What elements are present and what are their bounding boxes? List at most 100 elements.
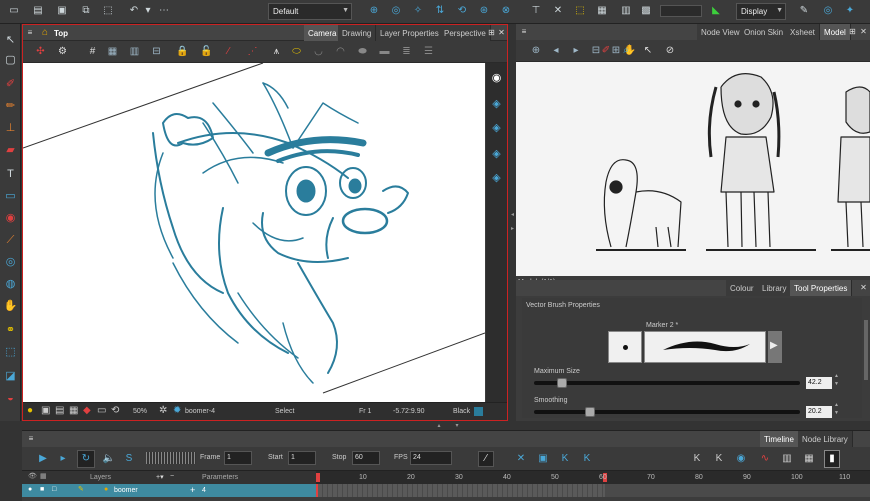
frame-icon[interactable]: ▤ (55, 406, 64, 416)
tab-model[interactable]: Model (820, 24, 851, 40)
prev-model-icon[interactable]: ◂ (548, 43, 564, 59)
layer-visibility-icon[interactable]: ● (28, 486, 32, 493)
contour-icon[interactable]: ▢ (2, 52, 19, 69)
play-icon[interactable]: ▶ (36, 452, 50, 466)
color-swatch-field[interactable] (660, 5, 702, 17)
expand-layer-icon[interactable]: + (190, 485, 195, 495)
playback-speed-slider[interactable] (146, 452, 196, 464)
drawing-canvas[interactable] (23, 63, 485, 402)
tool-properties-scrollbar[interactable] (864, 320, 868, 380)
loop-icon[interactable]: ↻ (77, 450, 95, 468)
ease-out-icon[interactable]: ◠ (333, 44, 348, 59)
max-size-slider[interactable] (534, 381, 800, 385)
preset-next-button[interactable]: ▶ (768, 331, 782, 363)
expand-icon[interactable]: ⊞ (848, 27, 857, 37)
brush-stroke-preview[interactable] (644, 331, 766, 363)
next-model-icon[interactable]: ▸ (568, 43, 584, 59)
tab-timeline[interactable]: Timeline (760, 431, 799, 447)
stack-layers-c-icon[interactable]: ◈ (489, 147, 504, 162)
stop-input[interactable]: 60 (352, 451, 380, 465)
max-size-slider-handle[interactable] (557, 378, 568, 388)
skew-icon[interactable]: ⊗ (498, 3, 514, 19)
motion-curve-icon[interactable]: ∿ (758, 452, 772, 466)
save-icon[interactable]: ▣ (54, 3, 70, 19)
cutter-icon[interactable]: ◪ (2, 368, 19, 385)
light-table-icon[interactable]: ▦ (105, 44, 120, 59)
home-icon[interactable]: ⌂ (39, 27, 51, 39)
tab-onion-skin[interactable]: Onion Skin (740, 24, 789, 40)
smoothing-slider-handle[interactable] (585, 407, 596, 417)
camera-frame-icon[interactable]: ▮ (824, 450, 840, 468)
tab-node-library[interactable]: Node Library (798, 431, 853, 447)
peg-icon[interactable]: ✧ (410, 3, 426, 19)
layout-icon[interactable]: ▦ (594, 3, 610, 19)
shape-icon[interactable]: ⬬ (355, 44, 370, 59)
current-color-swatch[interactable] (474, 407, 483, 416)
close-icon[interactable]: ✕ (497, 28, 506, 38)
tab-perspective[interactable]: Perspective (440, 25, 491, 41)
start-input[interactable]: 1 (288, 451, 316, 465)
stepper-down-icon[interactable]: ▼ (834, 411, 839, 416)
exposed-frames[interactable] (318, 484, 605, 497)
stepper-up-icon[interactable]: ▲ (834, 374, 839, 379)
delete-keyframe-icon[interactable]: ✕ (514, 452, 528, 466)
wand-icon[interactable]: ✦ (842, 3, 858, 19)
layer-stack-icon[interactable]: ☰ (421, 44, 436, 59)
tab-colour[interactable]: Colour (726, 280, 759, 296)
add-layer-icon[interactable]: +▾ (156, 473, 164, 481)
pivot-icon[interactable]: ◎ (388, 3, 404, 19)
pencil-icon[interactable]: ✎ (796, 3, 812, 19)
record-icon[interactable]: ◆ (83, 406, 91, 416)
undo-dropdown-icon[interactable]: ▾ (140, 3, 156, 19)
key-add-icon[interactable]: K (690, 452, 704, 466)
tab-xsheet[interactable]: Xsheet (786, 24, 820, 40)
layer-value[interactable]: 4 (202, 487, 206, 494)
lock-icon[interactable]: 🔒 (175, 44, 190, 59)
lock-toggle-icon[interactable]: ▦ (40, 473, 47, 480)
load-model-icon[interactable]: ⊕ (528, 43, 544, 59)
close-icon[interactable]: ✕ (859, 283, 868, 293)
overlay-icon[interactable]: ▩ (638, 3, 654, 19)
collapse-right-icon[interactable]: ▸ (509, 222, 516, 236)
add-keyframe-icon[interactable]: K (558, 452, 572, 466)
eye-icon[interactable]: ◉ (489, 71, 504, 86)
target-icon[interactable]: ◎ (820, 3, 836, 19)
close-icon[interactable]: ✕ (859, 27, 868, 37)
stepper-down-icon[interactable]: ▼ (834, 382, 839, 387)
smoothing-slider[interactable] (534, 410, 800, 414)
model-canvas[interactable] (516, 62, 870, 276)
zoom-icon[interactable]: ⌕ (618, 43, 634, 59)
onion-icon[interactable]: ▥ (618, 3, 634, 19)
menu-icon[interactable]: ≡ (25, 28, 35, 38)
stroke-red-icon[interactable]: ⁄ (221, 44, 236, 59)
lightbulb-icon[interactable]: ● (27, 406, 33, 416)
kinematic-icon[interactable]: ✕ (550, 3, 566, 19)
text-icon[interactable]: T (2, 166, 19, 183)
layer-color-icon[interactable]: □ (52, 486, 56, 493)
redo-icon[interactable]: ⋯ (156, 3, 172, 19)
import-icon[interactable]: ⬚ (100, 3, 116, 19)
lamp-icon[interactable]: ⩚ (269, 44, 284, 59)
grid-icon[interactable]: # (85, 44, 100, 59)
display-select[interactable]: Display ▼ (736, 3, 786, 20)
onion-skin-icon[interactable]: ◉ (734, 452, 748, 466)
bounding-box-icon[interactable]: ⬚ (572, 3, 588, 19)
scrub-sound-icon[interactable]: S (122, 452, 136, 466)
bone-tool-icon[interactable]: ⚭ (2, 322, 19, 339)
frame-ruler[interactable]: 10 20 30 40 50 60 70 80 90 100 110 (316, 471, 870, 484)
sound-icon[interactable]: 🔈 (102, 452, 116, 466)
rotate-icon[interactable]: ⟲ (454, 3, 470, 19)
animate-icon[interactable]: ✣ (33, 44, 48, 59)
gear-icon[interactable]: ✲ (159, 406, 167, 416)
collapse-left-icon[interactable]: ◂ (509, 208, 516, 222)
flip-icon[interactable]: ⇅ (432, 3, 448, 19)
new-scene-icon[interactable]: ▭ (6, 3, 22, 19)
line-style-icon[interactable]: ⁄ (478, 451, 494, 467)
unlock-icon[interactable]: 🔓 (199, 44, 214, 59)
rectangle-icon[interactable]: ▭ (2, 188, 19, 205)
tab-camera[interactable]: Camera (304, 25, 342, 41)
key-remove-icon[interactable]: K (712, 452, 726, 466)
grid-view-icon[interactable]: ▦ (802, 452, 816, 466)
tab-drawing[interactable]: Drawing (338, 25, 377, 41)
zoom-level[interactable]: 50% (133, 408, 147, 415)
